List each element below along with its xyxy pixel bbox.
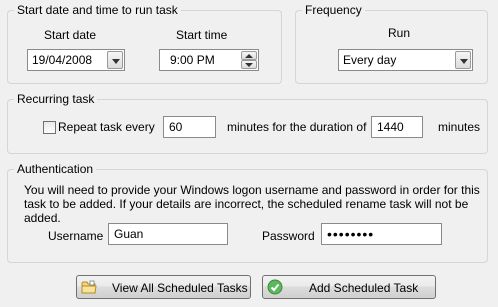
authentication-group: Authentication You will need to provide … <box>7 162 488 263</box>
time-spinner[interactable] <box>241 51 257 69</box>
recurring-task-title: Recurring task <box>14 92 98 106</box>
duration-label: minutes for the duration of <box>227 120 367 134</box>
repeat-task-checkbox[interactable] <box>43 121 56 134</box>
spin-down-icon[interactable] <box>241 60 257 69</box>
start-date-label: Start date <box>44 28 97 42</box>
start-date-value: 19/04/2008 <box>32 53 93 67</box>
run-frequency-value: Every day <box>343 53 397 67</box>
recurring-task-group: Recurring task Repeat task every 60 minu… <box>7 92 488 154</box>
minutes-label: minutes <box>438 120 481 134</box>
password-label: Password <box>262 229 315 243</box>
view-all-scheduled-tasks-label: View All Scheduled Tasks <box>112 281 248 295</box>
start-date-picker[interactable]: 19/04/2008 <box>27 49 125 71</box>
start-time-label: Start time <box>176 28 228 42</box>
repeat-task-label[interactable]: Repeat task every <box>58 120 155 134</box>
username-label: Username <box>48 229 104 243</box>
start-date-time-title: Start date and time to run task <box>14 3 181 17</box>
duration-input[interactable]: 1440 <box>371 116 423 138</box>
view-all-scheduled-tasks-button[interactable]: View All Scheduled Tasks <box>76 275 251 299</box>
chevron-down-icon[interactable] <box>455 51 471 69</box>
spin-up-icon[interactable] <box>241 51 257 60</box>
frequency-title: Frequency <box>302 3 365 17</box>
add-scheduled-task-label: Add Scheduled Task <box>309 281 419 295</box>
start-time-value: 9:00 PM <box>170 53 215 67</box>
checkmark-icon <box>267 279 283 295</box>
add-scheduled-task-button[interactable]: Add Scheduled Task <box>262 275 436 299</box>
start-date-time-group: Start date and time to run task Start da… <box>7 3 282 84</box>
folder-icon <box>81 280 97 294</box>
run-frequency-select[interactable]: Every day <box>338 49 473 71</box>
chevron-down-icon[interactable] <box>107 51 123 69</box>
authentication-description: You will need to provide your Windows lo… <box>24 183 480 225</box>
authentication-title: Authentication <box>14 162 97 176</box>
run-label: Run <box>388 26 411 40</box>
username-input[interactable]: Guan <box>108 223 228 245</box>
frequency-group: Frequency Run Every day <box>295 3 488 84</box>
repeat-interval-input[interactable]: 60 <box>163 116 216 138</box>
password-input[interactable]: •••••••• <box>321 223 442 245</box>
start-time-stepper[interactable]: 9:00 PM <box>159 49 259 71</box>
